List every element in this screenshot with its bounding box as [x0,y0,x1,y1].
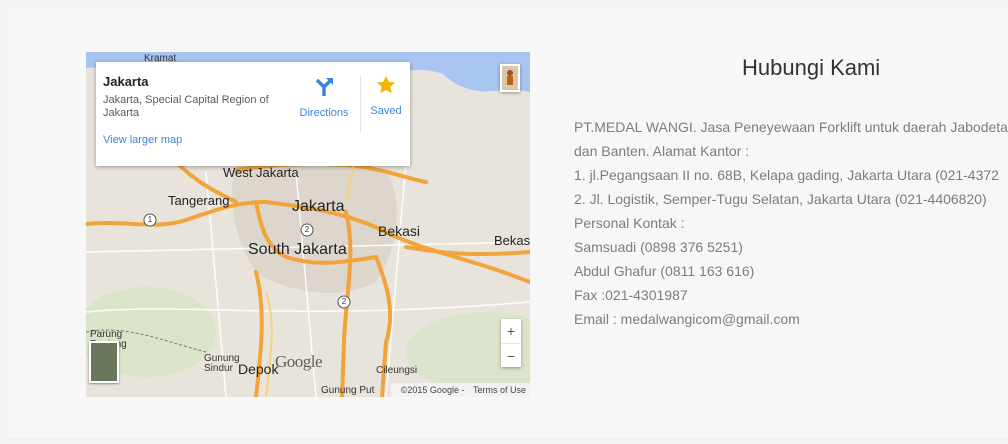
pegman-icon [502,66,518,90]
terms-of-use-link[interactable]: Terms of Use [473,385,526,395]
route-shield-3: 2 [341,297,347,306]
place-depok: Depok [238,361,279,377]
saved-button[interactable]: Saved [366,74,406,117]
place-bekasi-edge: Bekas [494,233,530,248]
map-info-card: Jakarta Jakarta, Special Capital Region … [96,62,410,166]
place-jakarta: Jakarta [292,198,345,215]
info-line: Fax :021-4301987 [574,287,688,303]
contact-heading: Hubungi Kami [742,55,881,80]
place-title: Jakarta [103,74,149,89]
info-line: Samsuadi (0898 376 5251) [574,239,743,255]
street-view-pegman[interactable] [500,64,520,92]
view-larger-map-link[interactable]: View larger map [103,134,182,146]
info-line: 2. Jl. Logistik, Semper-Tugu Selatan, Ja… [574,191,987,207]
info-line: Email : medalwangicom@gmail.com [574,311,800,327]
info-line: Personal Kontak : [574,215,685,231]
place-south-jakarta: South Jakarta [248,241,347,258]
place-tangerang: Tangerang [168,193,230,208]
zoom-in-button[interactable]: + [501,319,521,343]
contact-info: PT.MEDAL WANGI. Jasa Peneyewaan Forklift… [574,115,1008,331]
info-line: PT.MEDAL WANGI. Jasa Peneyewaan Forklift… [574,119,1008,135]
card-divider [360,76,361,132]
map-footer: ©2015 Google - Terms of Use [390,383,530,397]
route-shield-1: 1 [147,215,153,224]
star-icon [376,75,396,94]
saved-label: Saved [370,105,402,117]
info-line: Abdul Ghafur (0811 163 616) [574,263,755,279]
place-gunung-putri: Gunung Put [321,385,375,396]
zoom-out-button[interactable]: − [501,343,521,368]
place-cileungsi: Cileungsi [376,365,418,376]
satellite-thumbnail[interactable] [89,341,119,383]
route-shield-2: 2 [304,225,310,234]
google-logo: Google [275,352,323,371]
google-map[interactable]: 1 2 2 Kramat West Jakarta Tangerang Jaka… [86,52,530,397]
info-line: 1. jl.Pegangsaan II no. 68B, Kelapa gadi… [574,167,999,183]
place-west-jakarta: West Jakarta [223,165,299,180]
directions-icon [315,78,333,96]
place-bekasi: Bekasi [378,223,421,239]
directions-label: Directions [299,107,349,119]
map-copyright: ©2015 Google - [400,385,465,395]
place-address: Jakarta, Special Capital Region of Jakar… [103,94,269,119]
zoom-control: + − [501,319,521,367]
info-line: dan Banten. Alamat Kantor : [574,143,750,159]
directions-button[interactable]: Directions [292,76,356,119]
